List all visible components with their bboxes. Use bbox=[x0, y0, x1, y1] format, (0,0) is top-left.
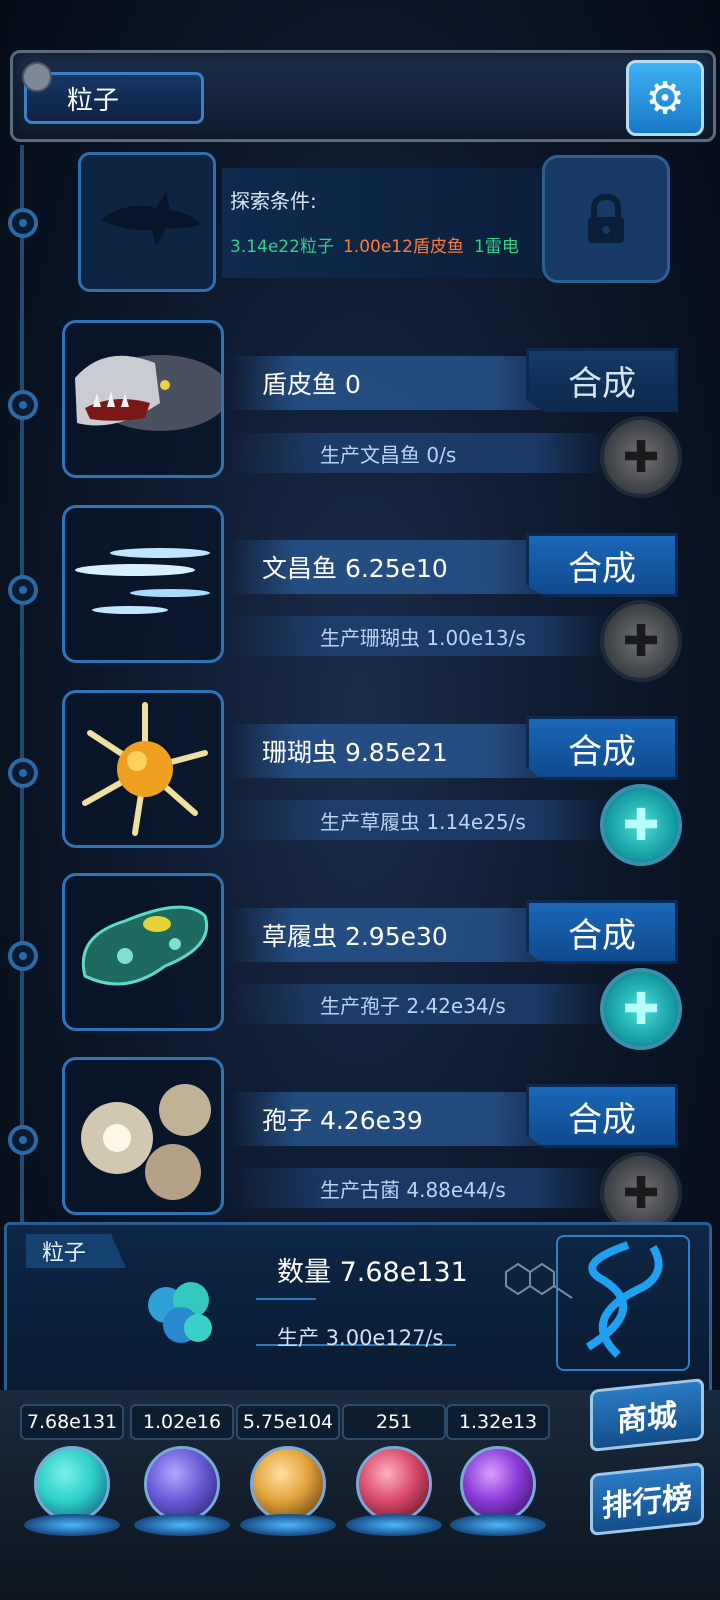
plus-icon: ✚ bbox=[622, 799, 660, 851]
dna-icon bbox=[585, 1241, 663, 1358]
plus-icon: ✚ bbox=[622, 431, 660, 483]
upgrade-plus-button[interactable]: ✚ bbox=[600, 416, 682, 498]
plus-icon: ✚ bbox=[622, 983, 660, 1035]
particle-cluster-icon bbox=[148, 1282, 212, 1343]
rail-node bbox=[8, 575, 38, 605]
orb-pedestal bbox=[240, 1514, 336, 1536]
locked-button[interactable] bbox=[542, 155, 670, 283]
plus-icon: ✚ bbox=[622, 1167, 660, 1219]
creature-image-frame[interactable] bbox=[62, 320, 230, 478]
condition-armored-fish: 1.00e12盾皮鱼 bbox=[343, 237, 464, 257]
creature-image-frame[interactable] bbox=[62, 873, 224, 1031]
particle-tag: 粒子 bbox=[26, 1234, 126, 1268]
resource-value: 1.32e13 bbox=[446, 1404, 550, 1440]
armored-fish-icon bbox=[75, 355, 230, 431]
shark-silhouette-icon bbox=[101, 192, 201, 246]
creature-name: 孢子 4.26e39 bbox=[230, 1092, 560, 1146]
orb-pedestal bbox=[346, 1514, 442, 1536]
condition-lightning: 1雷电 bbox=[474, 237, 519, 257]
creature-name: 草履虫 2.95e30 bbox=[230, 908, 560, 962]
paramecium-icon bbox=[81, 905, 208, 986]
shop-button[interactable]: 商城 bbox=[590, 1378, 704, 1452]
resource-value: 7.68e131 bbox=[20, 1404, 124, 1440]
upgrade-plus-button[interactable]: ✚ bbox=[600, 600, 682, 682]
synthesize-button[interactable]: 合成 bbox=[526, 716, 678, 780]
explore-condition-label: 探索条件: bbox=[230, 189, 317, 213]
resource-value: 251 bbox=[342, 1404, 446, 1440]
spore-icon bbox=[81, 1084, 211, 1200]
synthesize-button[interactable]: 合成 bbox=[526, 533, 678, 597]
synthesize-button[interactable]: 合成 bbox=[526, 900, 678, 964]
brain-orb-icon[interactable] bbox=[356, 1446, 432, 1522]
creature-production: 生产孢子 2.42e34/s bbox=[230, 984, 610, 1024]
orb-pedestal bbox=[450, 1514, 546, 1536]
resource-value: 1.02e16 bbox=[130, 1404, 234, 1440]
lightning-orb-icon[interactable] bbox=[144, 1446, 220, 1522]
creature-name: 盾皮鱼 0 bbox=[230, 356, 560, 410]
creature-image-frame[interactable] bbox=[62, 505, 224, 663]
connector-line bbox=[256, 1298, 316, 1300]
rail-node bbox=[8, 941, 38, 971]
progress-rail bbox=[20, 145, 24, 1225]
lock-icon bbox=[588, 193, 624, 243]
creature-production: 生产草履虫 1.14e25/s bbox=[230, 800, 610, 840]
leaderboard-button[interactable]: 排行榜 bbox=[590, 1462, 704, 1536]
orb-pedestal bbox=[24, 1514, 120, 1536]
dna-frame bbox=[556, 1235, 690, 1371]
particle-orb-icon[interactable] bbox=[34, 1446, 110, 1522]
gear-icon: ⚙ bbox=[645, 72, 685, 124]
rail-node bbox=[8, 1125, 38, 1155]
rail-node bbox=[8, 390, 38, 420]
settings-button[interactable]: ⚙ bbox=[626, 60, 704, 136]
screw-icon bbox=[22, 62, 52, 92]
synthesize-button[interactable]: 合成 bbox=[526, 1084, 678, 1148]
resource-value: 5.75e104 bbox=[236, 1404, 340, 1440]
lancelet-icon bbox=[75, 548, 210, 614]
creature-production: 生产珊瑚虫 1.00e13/s bbox=[230, 616, 610, 656]
orb-pedestal bbox=[134, 1514, 230, 1536]
creature-name: 文昌鱼 6.25e10 bbox=[230, 540, 560, 594]
particle-count: 数量 7.68e131 bbox=[277, 1257, 468, 1288]
galaxy-orb-icon[interactable] bbox=[250, 1446, 326, 1522]
rail-node bbox=[8, 758, 38, 788]
creature-production: 生产文昌鱼 0/s bbox=[230, 433, 610, 473]
synthesize-button[interactable]: 合成 bbox=[526, 348, 678, 412]
particle-production: 生产 3.00e127/s bbox=[277, 1326, 444, 1350]
creature-image-frame[interactable] bbox=[62, 690, 224, 848]
upgrade-plus-button[interactable]: ✚ bbox=[600, 784, 682, 866]
creature-image-frame[interactable] bbox=[62, 1057, 224, 1215]
rail-lock-node bbox=[8, 208, 38, 238]
coral-polyp-icon bbox=[82, 702, 208, 836]
condition-particle: 3.14e22粒子 bbox=[230, 237, 334, 257]
plus-icon: ✚ bbox=[622, 615, 660, 667]
creature-production: 生产古菌 4.88e44/s bbox=[230, 1168, 610, 1208]
vortex-orb-icon[interactable] bbox=[460, 1446, 536, 1522]
upgrade-plus-button[interactable]: ✚ bbox=[600, 968, 682, 1050]
creature-name: 珊瑚虫 9.85e21 bbox=[230, 724, 560, 778]
